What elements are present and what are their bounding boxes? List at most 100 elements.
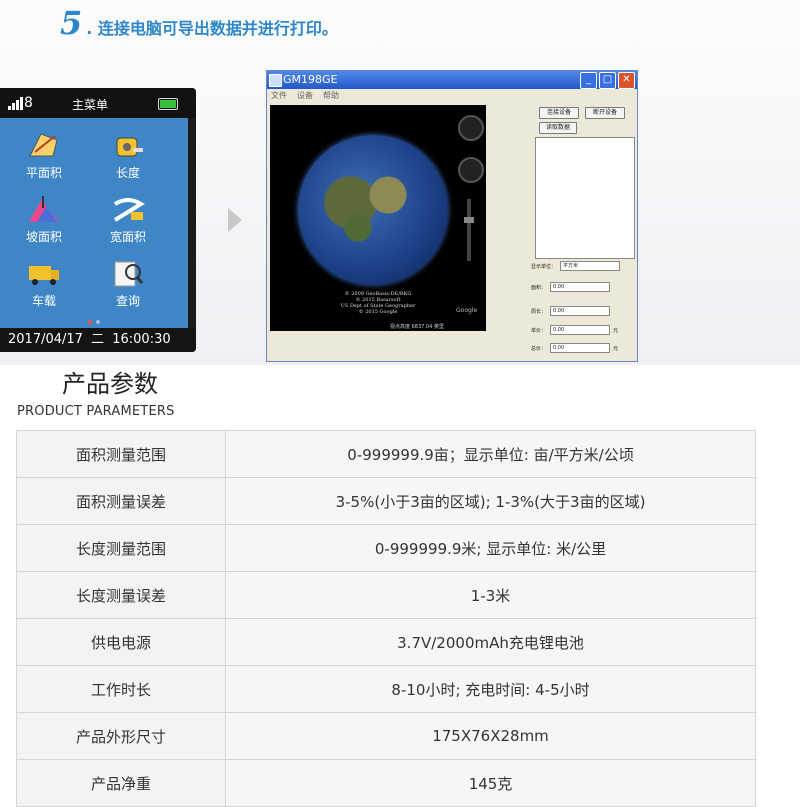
- section-title: 产品参数: [62, 370, 158, 398]
- arrow-right-icon: [228, 208, 242, 232]
- unit-price-field[interactable]: 0.00: [550, 325, 611, 335]
- table-row: 长度测量范围 0-999999.9米; 显示单位: 米/公里: [15, 524, 756, 572]
- device-time: 16:00:30: [112, 332, 171, 347]
- field-perimeter: 周长： 0.00: [531, 306, 611, 316]
- app-logo-icon: [269, 74, 282, 87]
- param-value: 3.7V/2000mAh充电锂电池: [225, 618, 756, 666]
- globe-image: [298, 135, 448, 285]
- data-list[interactable]: [535, 137, 635, 259]
- param-key: 供电电源: [15, 618, 227, 666]
- param-value: 3-5%(小于3亩的区域); 1-3%(大于3亩的区域): [225, 477, 756, 525]
- unit-select[interactable]: 平方米: [560, 261, 621, 271]
- param-key: 面积测量范围: [15, 430, 227, 478]
- currency-unit: 元: [613, 345, 619, 352]
- signal-icon: [8, 97, 23, 110]
- compass-control[interactable]: [458, 115, 484, 141]
- menu-item-search[interactable]: 查询: [98, 258, 158, 309]
- menu-device[interactable]: 设备: [297, 89, 313, 103]
- map-view[interactable]: © 2009 GeoBasis-DE/BKG © 2015 Basarsoft …: [270, 105, 486, 331]
- section-subtitle: PRODUCT PARAMETERS: [17, 404, 175, 419]
- device-status-bar: 8 主菜单: [0, 88, 196, 118]
- menu-item-slope-area[interactable]: 坡面积: [14, 194, 74, 245]
- menu-item-vehicle[interactable]: 车载: [14, 258, 74, 309]
- perimeter-field[interactable]: 0.00: [550, 306, 611, 316]
- app-title: GM198GE: [283, 73, 338, 86]
- pan-control[interactable]: [458, 157, 484, 183]
- device-date: 2017/04/17: [8, 332, 83, 347]
- field-label: 周长：: [531, 308, 547, 315]
- param-value: 8-10小时; 充电时间: 4-5小时: [225, 665, 756, 713]
- plane-area-icon: [27, 130, 61, 160]
- param-value: 175X76X28mm: [225, 712, 756, 760]
- coord-readout: 视点高度 6837.04 英里: [390, 324, 444, 330]
- app-titlebar[interactable]: GM198GE _ □ ✕: [267, 71, 637, 89]
- field-label: 总价：: [531, 345, 547, 352]
- close-button[interactable]: ✕: [618, 72, 635, 89]
- param-value: 0-999999.9米; 显示单位: 米/公里: [225, 524, 756, 572]
- menu-item-width-area[interactable]: 宽面积: [98, 194, 158, 245]
- table-row: 产品净重 145克: [15, 759, 756, 807]
- param-value: 0-999999.9亩；显示单位: 亩/平方米/公顷: [225, 430, 756, 478]
- param-key: 产品净重: [15, 759, 227, 807]
- map-credit: © 2009 GeoBasis-DE/BKG © 2015 Basarsoft …: [340, 291, 416, 315]
- width-area-icon: [111, 194, 145, 224]
- connect-button[interactable]: 连接设备: [539, 107, 579, 119]
- app-window: GM198GE _ □ ✕ 文件 设备 帮助 © 2009 GeoBasis-D…: [266, 70, 638, 362]
- params-table: 面积测量范围 0-999999.9亩；显示单位: 亩/平方米/公顷 面积测量误差 3…: [15, 430, 756, 807]
- minimize-button[interactable]: _: [580, 72, 597, 89]
- step-text: . 连接电脑可导出数据并进行打印。: [86, 19, 338, 38]
- field-label: 单价：: [531, 327, 547, 334]
- menu-file[interactable]: 文件: [271, 89, 287, 103]
- table-row: 工作时长 8-10小时; 充电时间: 4-5小时: [15, 665, 756, 713]
- table-row: 供电电源 3.7V/2000mAh充电锂电池: [15, 618, 756, 666]
- field-unit: 显示单位： 平方米: [531, 261, 621, 271]
- table-row: 产品外形尺寸 175X76X28mm: [15, 712, 756, 760]
- app-menubar: 文件 设备 帮助: [267, 89, 637, 103]
- search-icon: [111, 258, 145, 288]
- menu-item-label: 宽面积: [109, 230, 146, 244]
- top-banner: 5 . 连接电脑可导出数据并进行打印。 8 主菜单 平面积 长度 坡面积 宽面积…: [0, 0, 800, 365]
- device-clock-bar: 2017/04/17 二 16:00:30: [0, 328, 196, 352]
- disconnect-button[interactable]: 断开设备: [585, 107, 625, 119]
- field-area: 面积： 0.00: [531, 282, 611, 292]
- step-heading: 5 . 连接电脑可导出数据并进行打印。: [60, 4, 338, 42]
- total-price-field[interactable]: 0.00: [550, 343, 611, 353]
- area-field[interactable]: 0.00: [550, 282, 611, 292]
- menu-help[interactable]: 帮助: [323, 89, 339, 103]
- menu-item-plane-area[interactable]: 平面积: [14, 130, 74, 181]
- slope-area-icon: [27, 194, 61, 224]
- param-key: 长度测量误差: [15, 571, 227, 619]
- param-key: 产品外形尺寸: [15, 712, 227, 760]
- currency-unit: 元: [613, 327, 619, 334]
- menu-item-label: 坡面积: [25, 230, 62, 244]
- zoom-handle[interactable]: [464, 217, 474, 223]
- table-row: 面积测量误差 3-5%(小于3亩的区域); 1-3%(大于3亩的区域): [15, 477, 756, 525]
- field-unit-price: 单价： 0.00 元: [531, 325, 618, 335]
- google-logo: Google: [456, 307, 478, 314]
- field-label: 面积：: [531, 284, 547, 291]
- param-key: 面积测量误差: [15, 477, 227, 525]
- step-number: 5: [60, 4, 83, 42]
- menu-title: 主菜单: [72, 98, 109, 112]
- menu-item-label: 平面积: [25, 166, 62, 180]
- menu-item-label: 长度: [115, 166, 140, 180]
- device-screen: 8 主菜单 平面积 长度 坡面积 宽面积 车载 查询 2017/04/17 二 …: [0, 88, 196, 352]
- menu-item-label: 查询: [115, 294, 140, 308]
- read-data-button[interactable]: 读取数据: [539, 122, 577, 134]
- param-key: 工作时长: [15, 665, 227, 713]
- param-key: 长度测量范围: [15, 524, 227, 572]
- param-value: 1-3米: [225, 571, 756, 619]
- field-total-price: 总价： 0.00 元: [531, 343, 618, 353]
- truck-icon: [27, 258, 61, 288]
- zoom-slider[interactable]: [467, 199, 471, 261]
- menu-item-label: 车载: [31, 294, 56, 308]
- device-menu: 平面积 长度 坡面积 宽面积 车载 查询: [0, 118, 188, 328]
- table-row: 面积测量范围 0-999999.9亩；显示单位: 亩/平方米/公顷: [15, 430, 756, 478]
- field-label: 显示单位：: [531, 263, 557, 270]
- menu-item-length[interactable]: 长度: [98, 130, 158, 181]
- maximize-button[interactable]: □: [599, 72, 616, 89]
- param-value: 145克: [225, 759, 756, 807]
- tape-measure-icon: [111, 130, 145, 160]
- device-weekday: 二: [91, 332, 105, 347]
- battery-icon: [158, 98, 178, 110]
